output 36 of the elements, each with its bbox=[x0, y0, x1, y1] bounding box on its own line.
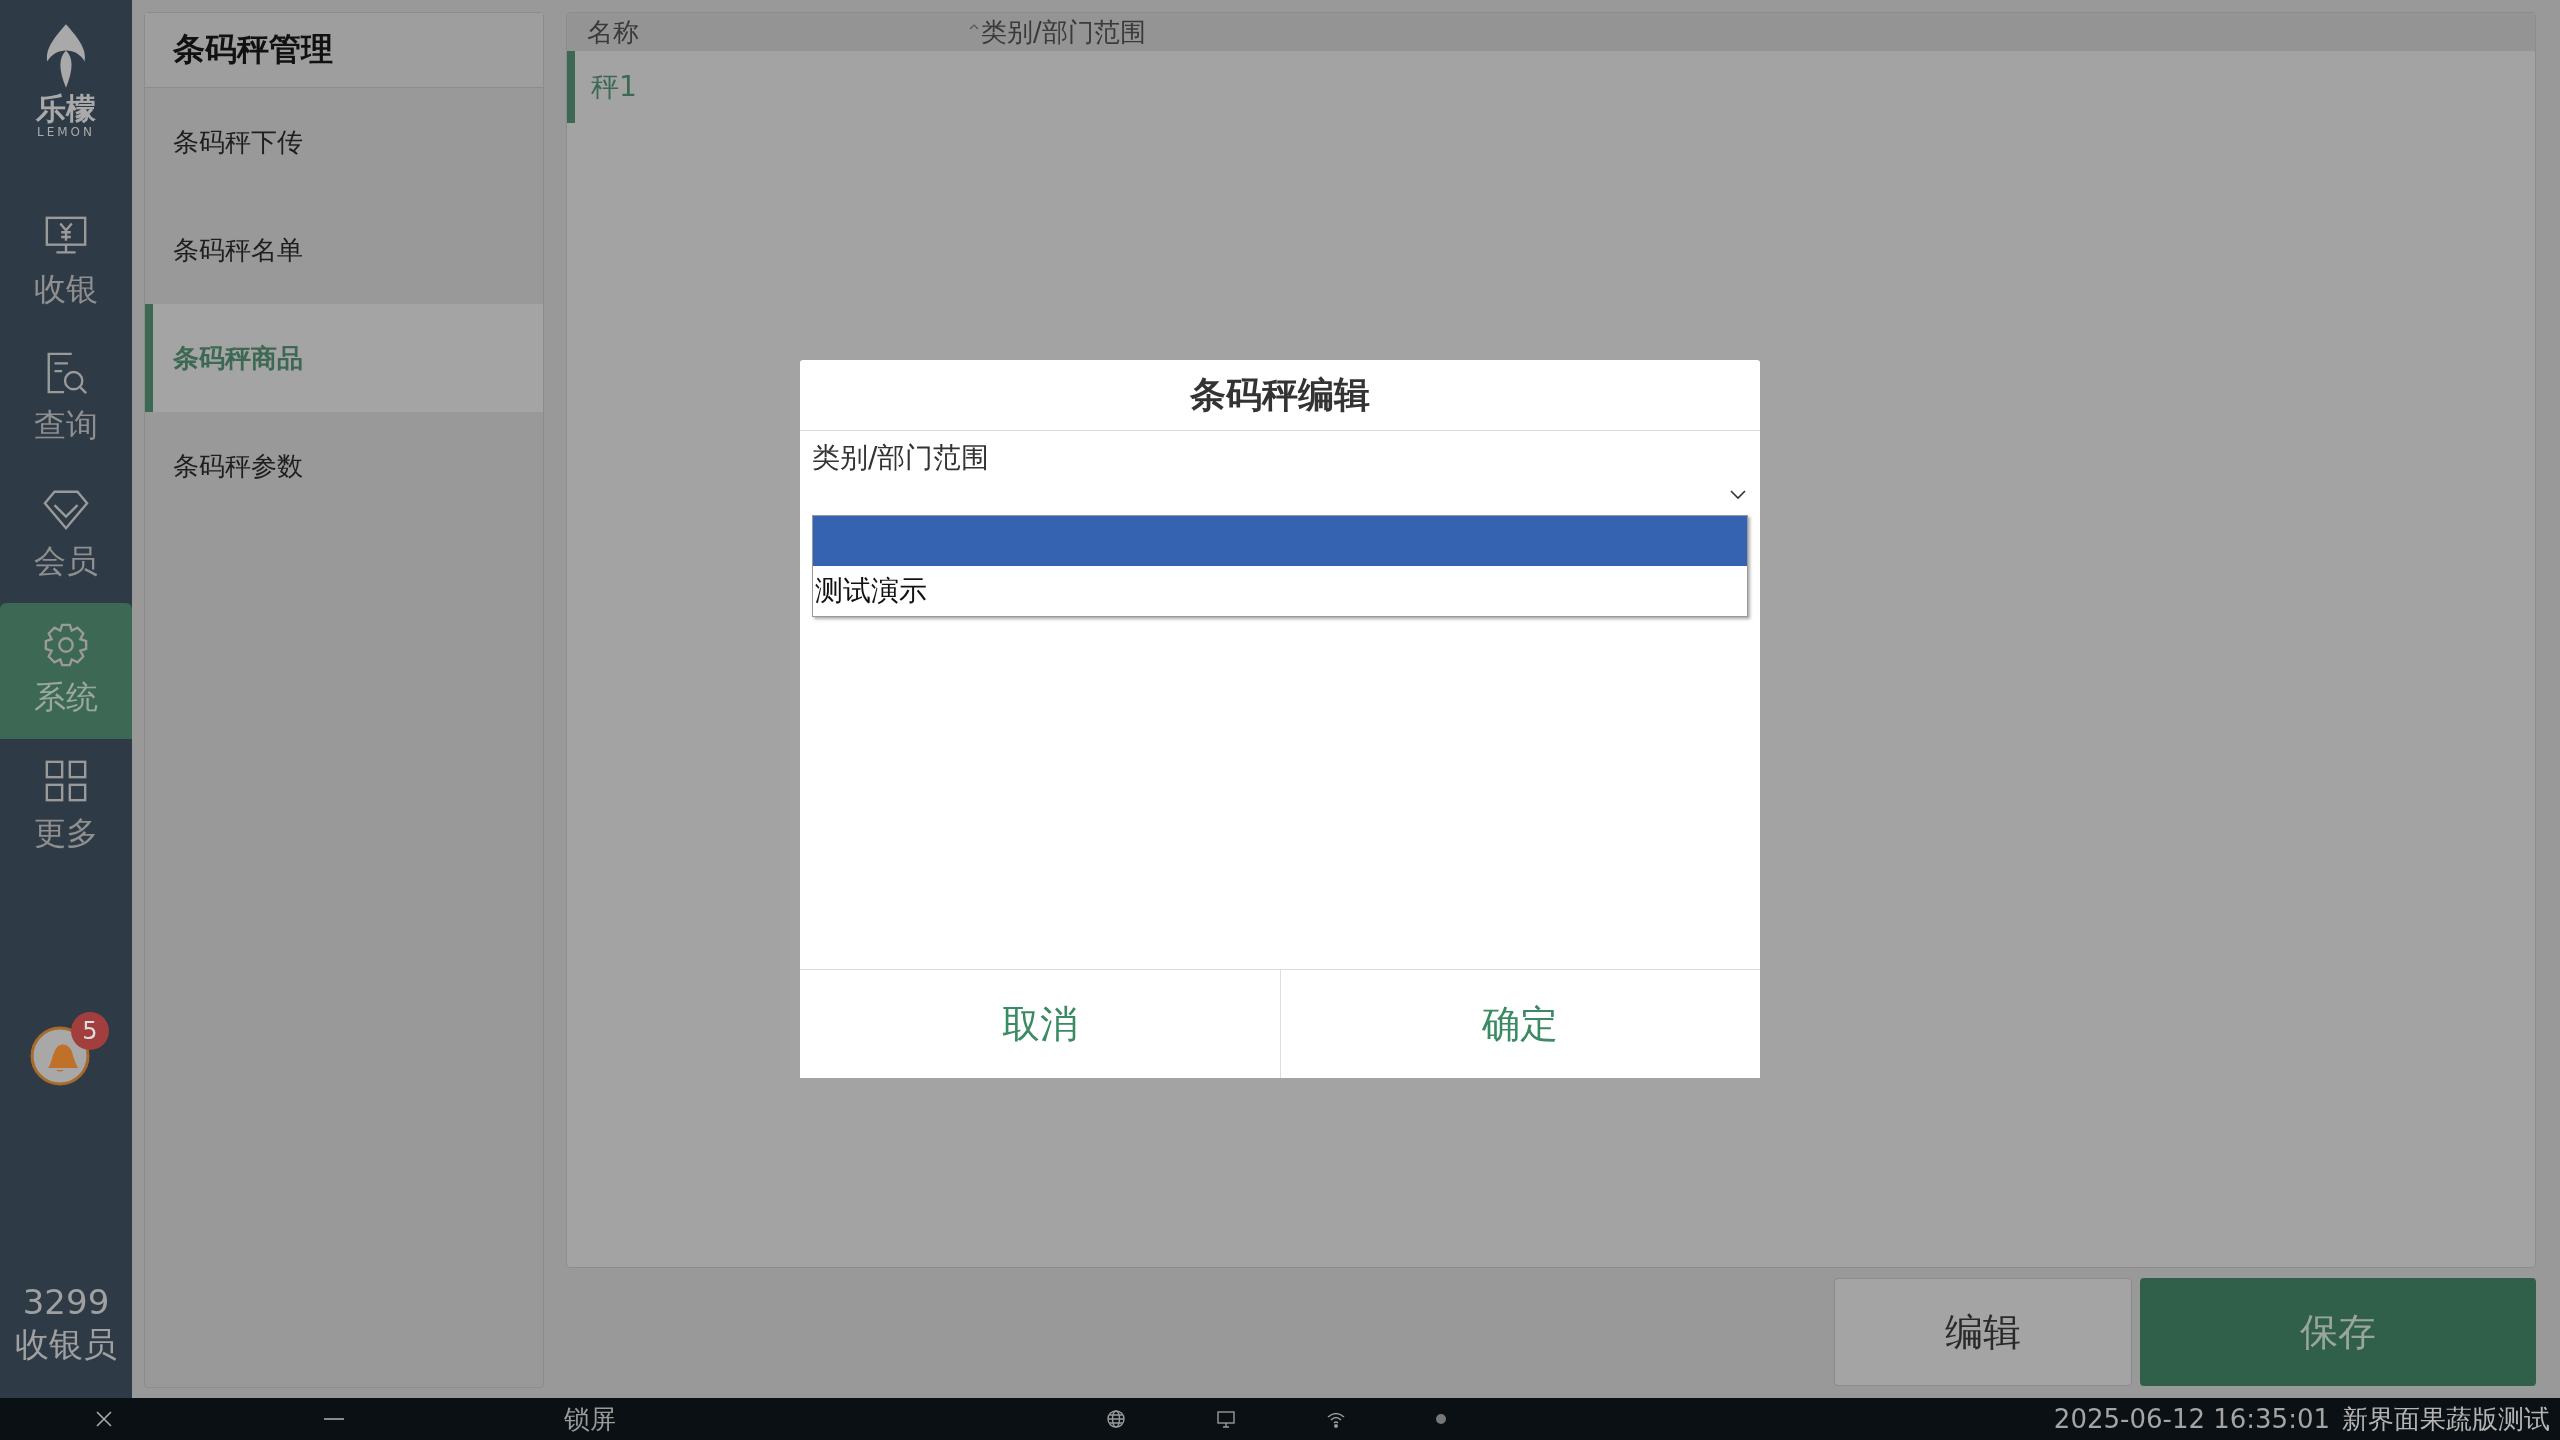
column-header[interactable]: 名称 bbox=[587, 14, 969, 50]
field-label: 类别/部门范围 bbox=[812, 440, 991, 476]
column-header[interactable]: 类别/部门范围 bbox=[981, 14, 1146, 50]
nav-item[interactable]: 收银 bbox=[0, 195, 132, 331]
edit-button[interactable]: 编辑 bbox=[1834, 1278, 2132, 1386]
datetime: 2025-06-12 16:35:01 bbox=[2053, 1404, 2330, 1434]
menu-item[interactable]: 条码秤名单 bbox=[145, 196, 543, 304]
nav-item[interactable]: 会员 bbox=[0, 467, 132, 603]
lock-screen-button[interactable]: 锁屏 bbox=[564, 1401, 616, 1437]
nav-item[interactable]: 查询 bbox=[0, 331, 132, 467]
menu-item[interactable]: 条码秤商品 bbox=[145, 304, 543, 412]
dialog-title: 条码秤编辑 bbox=[800, 360, 1760, 431]
table-row[interactable]: 秤1 bbox=[567, 51, 2535, 123]
dropdown-option[interactable]: 测试演示 bbox=[813, 566, 1747, 616]
settings-icon bbox=[43, 622, 89, 668]
menu-item[interactable]: 条码秤下传 bbox=[145, 88, 543, 196]
user-role: 收银员 bbox=[15, 1323, 117, 1366]
grid-icon bbox=[43, 758, 89, 804]
chevron-down-icon bbox=[1730, 490, 1746, 500]
globe-icon bbox=[1106, 1409, 1126, 1429]
close-icon[interactable] bbox=[94, 1409, 114, 1429]
save-button[interactable]: 保存 bbox=[2140, 1278, 2536, 1386]
notification-badge: 5 bbox=[71, 1012, 109, 1050]
sort-caret-icon bbox=[969, 24, 979, 30]
logo-text: 乐檬 bbox=[36, 92, 96, 125]
nav-item[interactable]: 更多 bbox=[0, 739, 132, 875]
logo-subtext: LEMON bbox=[36, 125, 95, 139]
menu-item[interactable]: 条码秤参数 bbox=[145, 412, 543, 520]
minimize-icon[interactable] bbox=[324, 1417, 344, 1421]
store-name: 新界面果蔬版测试 bbox=[2342, 1402, 2550, 1436]
user-id: 3299 bbox=[22, 1282, 110, 1322]
menu-title: 条码秤管理 bbox=[145, 13, 543, 88]
monitor-icon bbox=[1216, 1409, 1236, 1429]
nav-item[interactable]: 系统 bbox=[0, 603, 132, 739]
confirm-button[interactable]: 确定 bbox=[1279, 970, 1760, 1078]
status-dot-icon bbox=[1436, 1414, 1446, 1424]
